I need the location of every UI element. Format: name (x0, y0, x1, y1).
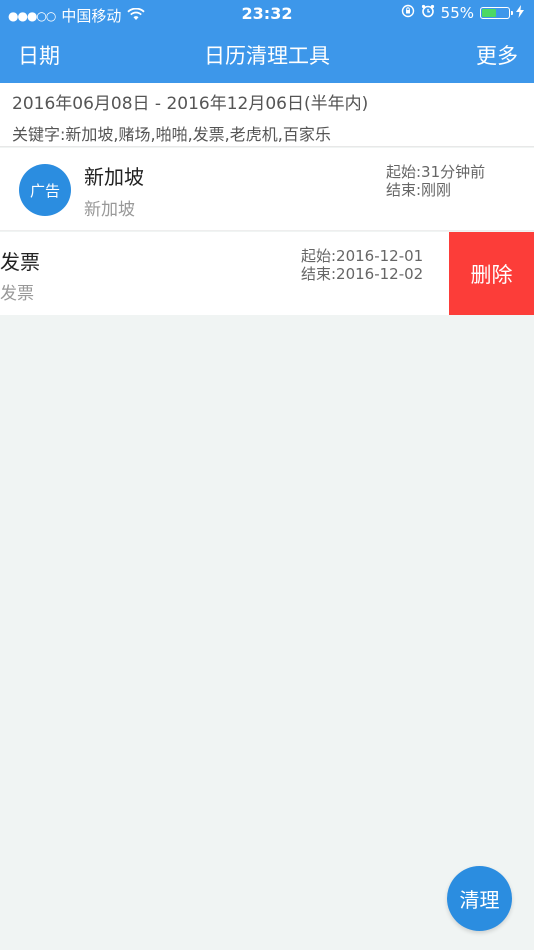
event-end: 结束:2016-12-02 (301, 265, 424, 283)
delete-button[interactable]: 删除 (449, 232, 534, 315)
charging-icon (516, 4, 524, 22)
top-bar: ●●●○○ 中国移动 23:32 55% 日期 日历清理工具 更多 (0, 0, 534, 83)
divider (0, 146, 534, 147)
status-right: 55% (401, 4, 524, 22)
event-title: 新加坡 (84, 165, 144, 189)
more-button[interactable]: 更多 (476, 40, 518, 70)
battery-level (482, 9, 497, 17)
page-title: 日历清理工具 (204, 44, 330, 68)
clean-button[interactable]: 清理 (447, 866, 512, 931)
lock-rotation-icon (401, 4, 415, 22)
status-bar: ●●●○○ 中国移动 23:32 55% (0, 0, 534, 28)
event-end: 结束:刚刚 (386, 181, 452, 199)
event-title: 发票 (0, 250, 40, 274)
event-row[interactable]: 广告 新加坡 新加坡 起始:31分钟前 结束:刚刚 (0, 148, 534, 231)
event-subtitle: 发票 (0, 284, 34, 304)
event-subtitle: 新加坡 (84, 200, 135, 220)
keywords: 关键字:新加坡,赌场,啪啪,发票,老虎机,百家乐 (12, 125, 331, 144)
battery-percent: 55% (440, 4, 474, 22)
category-badge: 广告 (19, 164, 71, 216)
battery-icon (480, 7, 513, 19)
filter-info: 2016年06月08日 - 2016年12月06日(半年内) 关键字:新加坡,赌… (0, 83, 534, 147)
event-row-swiped[interactable]: 发票 发票 起始:2016-12-01 结束:2016-12-02 删除 (0, 232, 534, 315)
date-range: 2016年06月08日 - 2016年12月06日(半年内) (12, 94, 369, 114)
alarm-icon (421, 4, 435, 22)
